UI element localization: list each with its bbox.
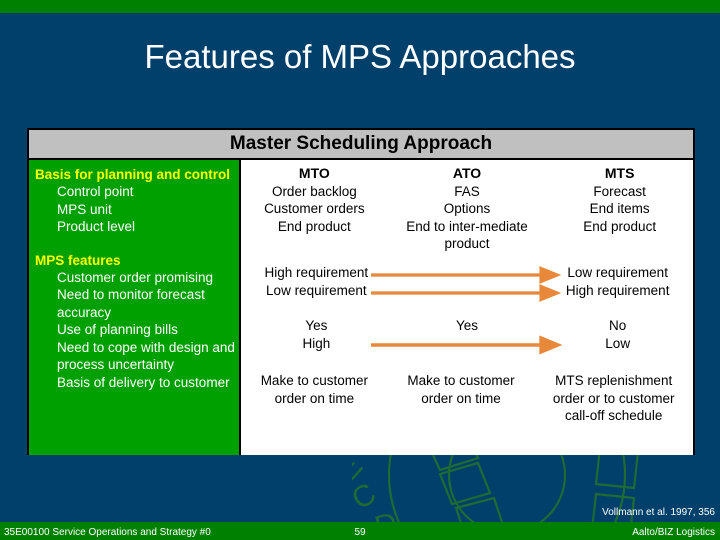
column-mto-requirement: High requirement Low requirement <box>241 264 392 317</box>
column-mts-basis: MTS Forecast End items End product <box>546 165 693 264</box>
figure-body: Basis for planning and control Control p… <box>29 160 693 455</box>
mts-requirement-line-1: Low requirement <box>567 265 668 280</box>
ato-basis-line-2: Options <box>443 201 491 216</box>
mts-basis-line-2: End items <box>589 201 650 216</box>
criteria-item-basis-of-delivery: Basis of delivery to customer <box>57 374 230 390</box>
column-heading-ato: ATO <box>452 165 482 181</box>
basis-row: MTO Order backlog Customer orders End pr… <box>241 160 693 264</box>
ato-basis-line-1: FAS <box>454 183 480 199</box>
mps-approaches-figure: Master Scheduling Approach Basis for pla… <box>27 128 695 455</box>
mts-feature-line-1: No <box>609 318 627 333</box>
criteria-panel: Basis for planning and control Control p… <box>29 160 241 455</box>
column-mto-delivery: Make to customer order on time <box>260 373 368 406</box>
ato-basis-line-3: End to inter-mediate product <box>406 218 528 252</box>
criteria-item-planning-bills: Use of planning bills <box>57 322 178 337</box>
column-ato-features: Yes <box>392 317 543 372</box>
criteria-item-control-point: Control point <box>57 184 134 199</box>
requirement-row: High requirement Low requirement Low req… <box>241 264 693 317</box>
uncertainty-row: Yes High Yes No Low <box>241 317 693 372</box>
criteria-spacer <box>35 236 235 252</box>
column-heading-mto: MTO <box>298 165 330 181</box>
criteria-section2-heading: MPS features <box>35 252 121 268</box>
approach-columns: MTO Order backlog Customer orders End pr… <box>241 160 693 455</box>
column-mts-delivery: MTS replenishment order or to customer c… <box>552 373 675 423</box>
mto-basis-line-3: End product <box>277 218 351 234</box>
figure-header-label: Master Scheduling Approach <box>229 133 493 154</box>
column-ato-delivery: Make to customer order on time <box>407 373 515 406</box>
page-title: Features of MPS Approaches <box>144 38 576 75</box>
slide: O E C D Features of MPS Approaches Maste… <box>0 0 720 540</box>
column-mto-basis: MTO Order backlog Customer orders End pr… <box>241 165 388 264</box>
mto-basis-line-1: Order backlog <box>271 183 357 199</box>
column-heading-mts: MTS <box>604 165 635 181</box>
ato-feature-line-1: Yes <box>455 318 479 333</box>
mts-requirement-line-2: High requirement <box>565 282 670 298</box>
column-mto-features: Yes High <box>241 317 392 372</box>
mts-basis-line-3: End product <box>583 218 657 234</box>
svg-text:E: E <box>352 450 369 487</box>
criteria-section1-heading: Basis for planning and control <box>35 167 231 182</box>
mto-basis-line-2: Customer orders <box>264 201 365 216</box>
criteria-item-customer-order-promising: Customer order promising <box>57 269 214 285</box>
footer-page-number: 59 <box>354 527 366 538</box>
column-mts-features: No Low <box>542 317 693 372</box>
source-citation: Vollmann et al. 1997, 356 <box>602 507 715 518</box>
mto-feature-line-2: High <box>302 335 331 351</box>
column-ato-requirement <box>392 264 543 317</box>
column-ato-basis: ATO FAS Options End to inter-mediate pro… <box>388 165 547 264</box>
criteria-item-product-level: Product level <box>57 219 136 234</box>
criteria-item-monitor-forecast-accuracy: Need to monitor forecast accuracy <box>57 287 205 320</box>
footer-organization-label: Aalto/BIZ Logistics <box>632 527 715 538</box>
criteria-item-design-process-uncertainty: Need to cope with design and process unc… <box>57 339 235 373</box>
top-green-band <box>0 0 720 13</box>
mts-feature-line-2: Low <box>605 335 631 351</box>
column-mts-requirement: Low requirement High requirement <box>542 264 693 317</box>
figure-header-bar: Master Scheduling Approach <box>29 130 693 160</box>
mts-basis-line-1: Forecast <box>593 183 646 199</box>
delivery-row: Make to customer order on time Make to c… <box>241 372 693 449</box>
svg-text:C: C <box>352 477 382 516</box>
mto-requirement-line-1: High requirement <box>264 265 369 280</box>
mto-feature-line-1: Yes <box>305 318 328 333</box>
criteria-item-mps-unit: MPS unit <box>57 201 112 217</box>
mto-requirement-line-2: Low requirement <box>266 282 367 298</box>
